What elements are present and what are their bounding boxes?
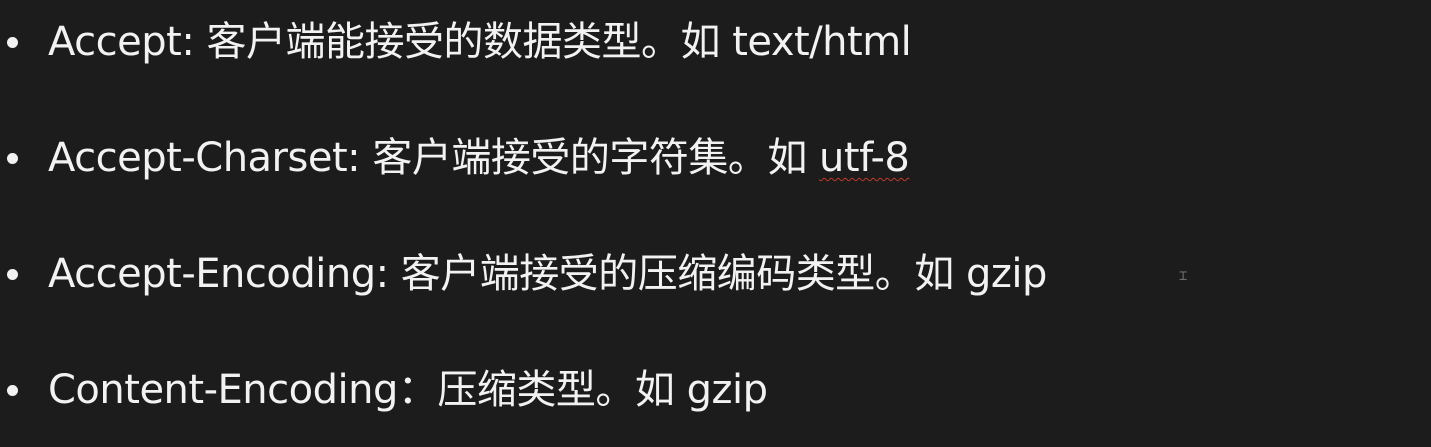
header-example: utf-8: [819, 135, 910, 181]
bullet-text: Accept-Charset: 客户端接受的字符集。如 utf-8: [48, 128, 910, 188]
header-description: 客户端接受的字符集。如: [372, 135, 807, 181]
slide: Accept: 客户端能接受的数据类型。如 text/html Accept-C…: [0, 0, 1431, 447]
header-term: Content-Encoding：: [48, 367, 438, 413]
bullet-item-content-encoding: Content-Encoding：压缩类型。如 gzip: [0, 360, 768, 420]
bullet-dot-icon: [7, 36, 18, 48]
header-description: 压缩类型。如: [437, 367, 675, 413]
bullet-dot-icon: [7, 268, 18, 280]
bullet-item-accept-encoding: Accept-Encoding: 客户端接受的压缩编码类型。如 gzip: [0, 244, 1047, 304]
bullet-dot-icon: [7, 152, 18, 164]
i-beam-cursor-icon: ⌶: [1179, 268, 1188, 284]
bullet-text: Accept-Encoding: 客户端接受的压缩编码类型。如 gzip: [48, 244, 1047, 304]
header-description: 客户端接受的压缩编码类型。如: [400, 251, 955, 297]
header-example: text/html: [732, 19, 912, 65]
bullet-text: Accept: 客户端能接受的数据类型。如 text/html: [48, 12, 912, 72]
header-example: gzip: [686, 367, 768, 413]
header-term: Accept-Encoding:: [48, 251, 389, 297]
bullet-item-accept: Accept: 客户端能接受的数据类型。如 text/html: [0, 12, 912, 72]
header-term: Accept-Charset:: [48, 135, 361, 181]
header-term: Accept:: [48, 19, 195, 65]
header-example: gzip: [966, 251, 1047, 297]
bullet-text: Content-Encoding：压缩类型。如 gzip: [48, 360, 768, 420]
bullet-item-accept-charset: Accept-Charset: 客户端接受的字符集。如 utf-8: [0, 128, 910, 188]
header-description: 客户端能接受的数据类型。如: [206, 19, 721, 65]
bullet-dot-icon: [7, 384, 18, 396]
